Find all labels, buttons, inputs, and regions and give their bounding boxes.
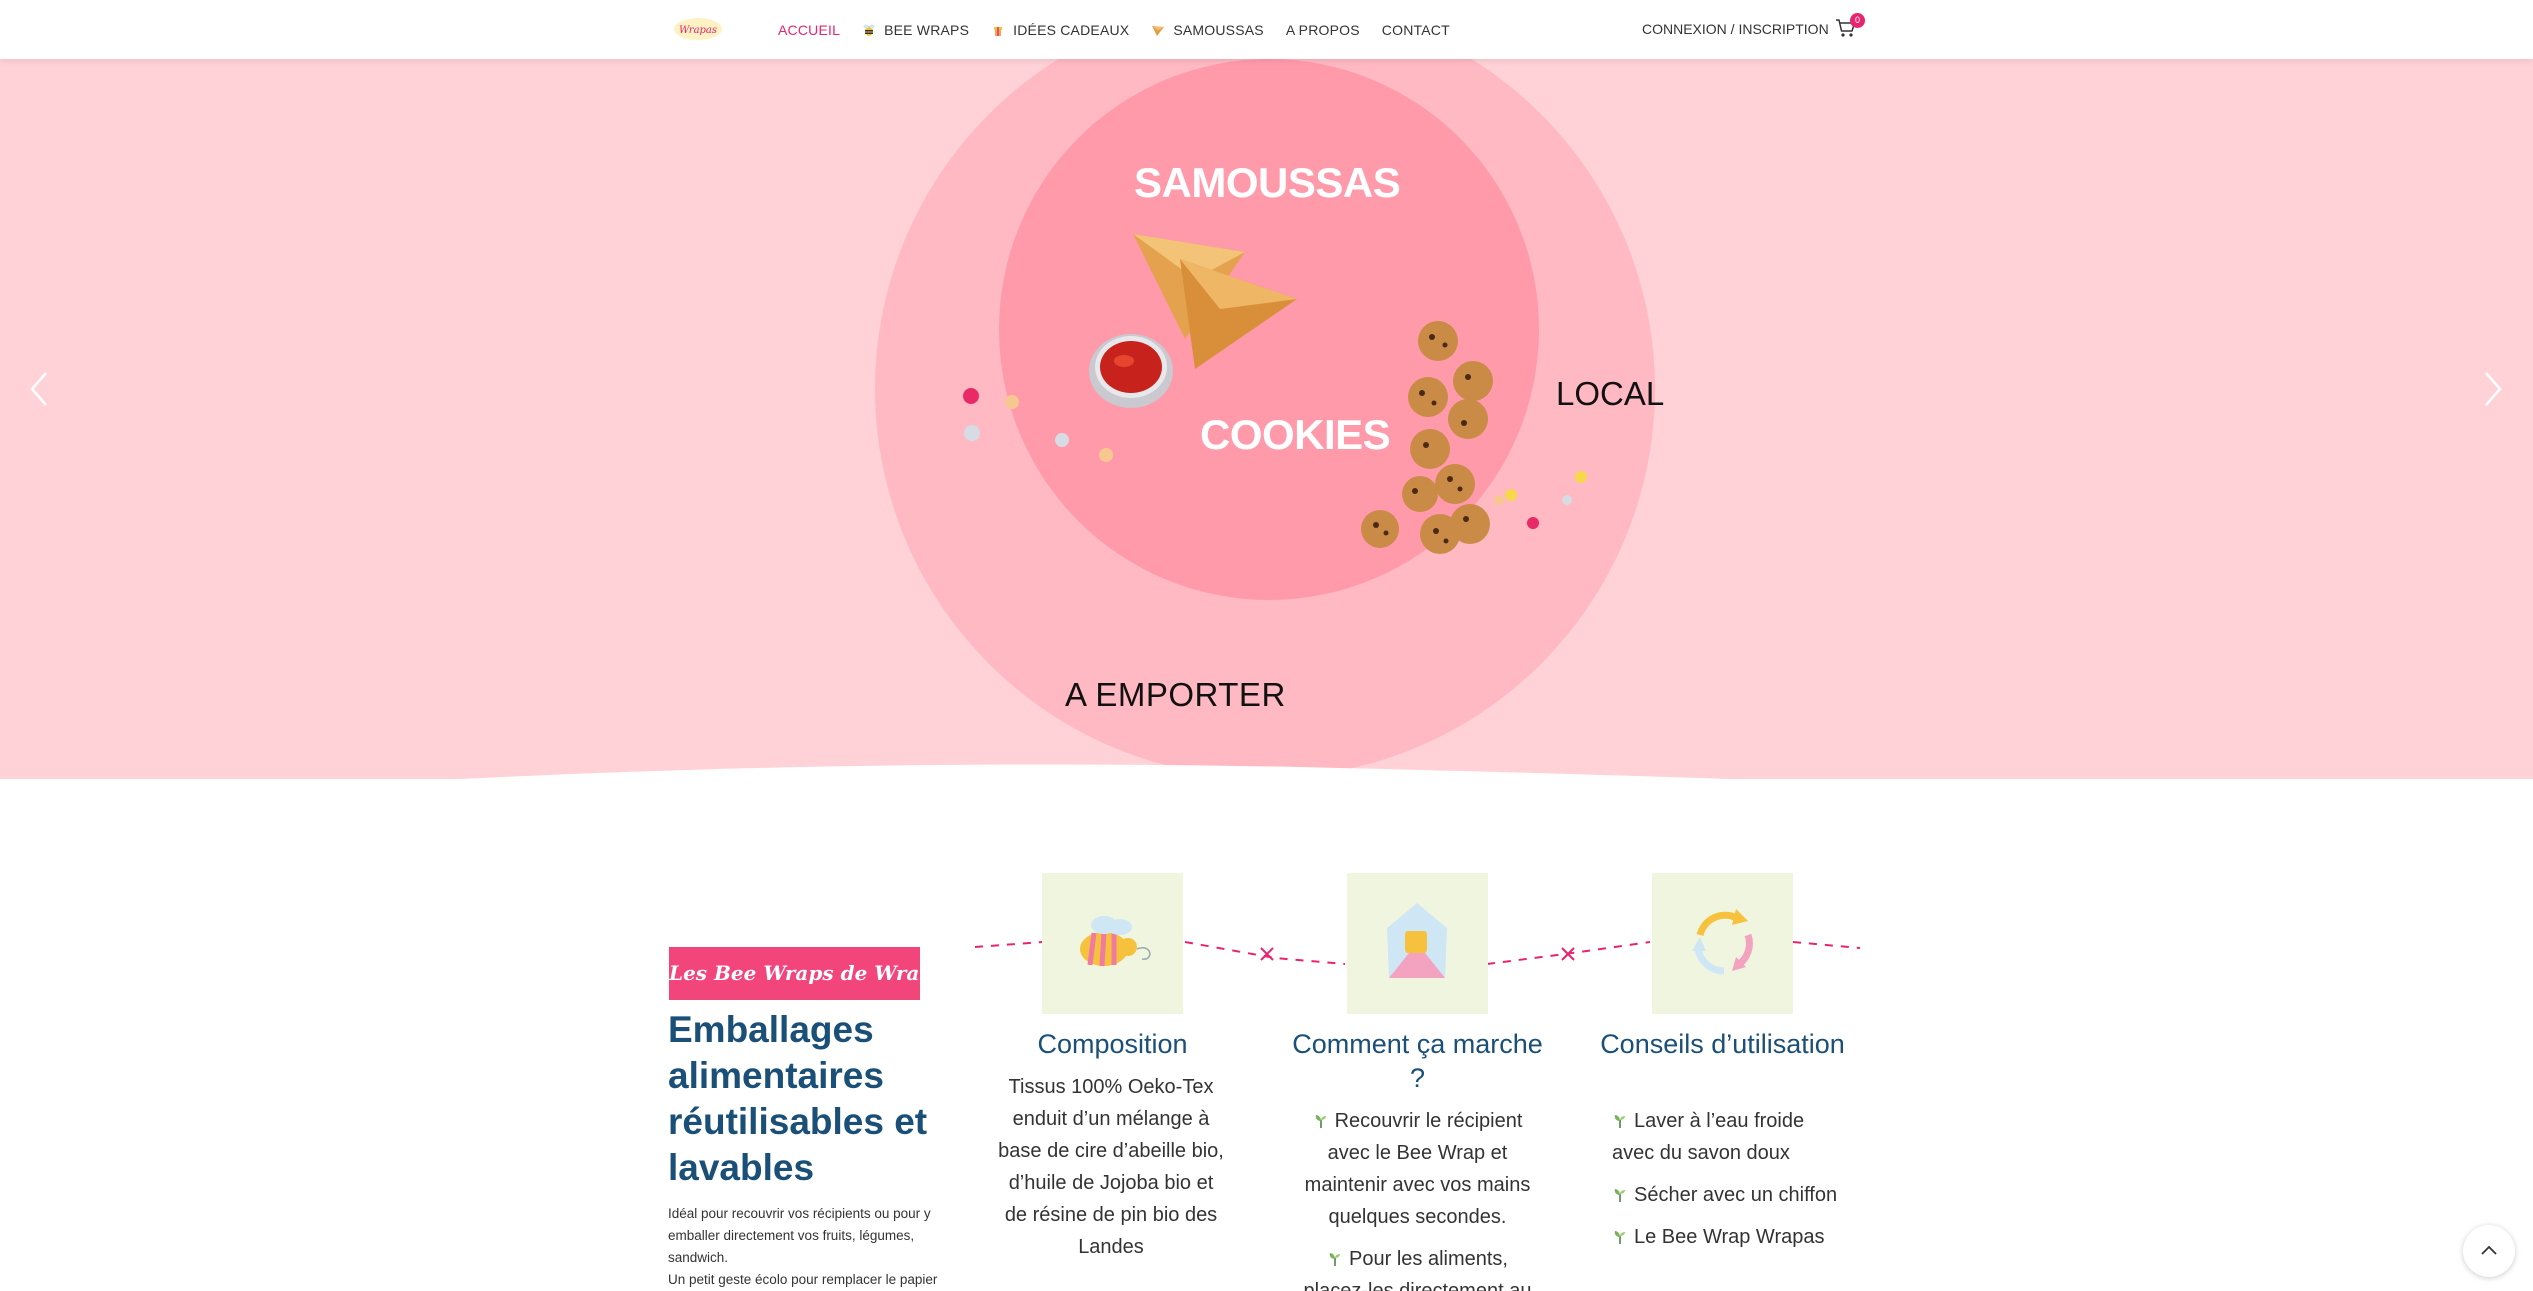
section-intro: Idéal pour recouvrir vos récipients ou p… [668,1203,953,1291]
sprout-icon [1329,1253,1341,1266]
nav-contact-label: CONTACT [1381,21,1450,38]
usage-tips-item: Sécher avec un chiffon [1612,1179,1842,1211]
nav-contact[interactable]: CONTACT [1382,22,1450,38]
usage-tips-title: Conseils d’utilisation [1600,1029,1845,1059]
how-it-works-item: Pour les aliments, placez-les directemen… [1303,1248,1532,1291]
sprout-icon [1315,1115,1326,1128]
nav-bee-wraps-label: BEE WRAPS [884,21,970,38]
hero-word-emporter: A EMPORTER [1065,676,1286,713]
slider-next-arrow[interactable] [2478,369,2508,409]
nav-accueil[interactable]: ACCUEIL [778,22,840,38]
composition-title: Composition [1037,1029,1188,1059]
scroll-to-top-button[interactable] [2463,1225,2515,1277]
section-tag: Les Bee Wraps de Wrapas [669,947,958,1000]
how-it-works-item: Recouvrir le récipient avec le Bee Wrap … [1304,1110,1531,1228]
usage-tips-text: Laver à l’eau froide avec du savon doux … [1612,1105,1842,1263]
nav-idees-cadeaux[interactable]: IDÉES CADEAUX [991,22,1129,38]
gift-icon [994,26,1003,36]
usage-tips-item: Le Bee Wrap Wrapas [1612,1221,1842,1253]
samosa-icon [1152,25,1165,36]
login-register-link[interactable]: CONNEXION / INSCRIPTION [1642,21,1829,37]
nav-accueil-label: ACCUEIL [778,21,841,38]
intro-paragraph-1: Idéal pour recouvrir vos récipients ou p… [668,1206,931,1265]
how-it-works-title: Comment ça marche ? [1292,1029,1543,1093]
bee-icon [1080,916,1151,967]
nav-idees-cadeaux-label: IDÉES CADEAUX [1013,21,1130,38]
composition-text: Tissus 100% Oeko-Tex enduit d’un mélange… [998,1076,1224,1258]
sprout-icon [1614,1115,1625,1128]
nav-samoussas-label: SAMOUSSAS [1173,21,1264,38]
usage-tips-icon-box [1652,873,1793,1014]
nav-bee-wraps[interactable]: BEE WRAPS [862,22,969,38]
section-tag-label: Les Bee Wraps de Wrapas [669,961,958,985]
nav-a-propos[interactable]: A PROPOS [1286,22,1360,38]
recycle-icon [1692,909,1753,975]
sprout-icon [1614,1189,1625,1202]
section-headline: Emballages alimentaires réutilisables et… [668,1009,928,1188]
hero-title-cookies: COOKIES [1200,411,1391,458]
main-nav: ACCUEIL BEE WRAPS IDÉES CADEAUX SAMOUSSA… [778,0,1450,59]
hero-slider: SAMOUSSAS COOKIES LOCAL A EMPORTER [0,59,2533,779]
sprout-icon [1614,1231,1625,1244]
cart-count-badge: 0 [1850,13,1865,28]
nav-a-propos-label: A PROPOS [1285,21,1360,38]
wrap-icon [1387,903,1447,978]
usage-tips-item: Laver à l’eau froide avec du savon doux [1612,1110,1805,1164]
hero-wave-divider [461,764,1731,779]
site-header: Wrapas ACCUEIL BEE WRAPS IDÉES CADEAUX S… [0,0,2533,59]
svg-text:Wrapas: Wrapas [679,25,717,36]
bee-icon [863,24,875,36]
composition-icon-box [1042,873,1183,1014]
how-it-works-icon-box [1347,873,1488,1014]
hero-title-samoussas: SAMOUSSAS [1134,159,1401,206]
how-it-works-text: Recouvrir le récipient avec le Bee Wrap … [1300,1105,1535,1291]
slider-prev-arrow[interactable] [24,369,54,409]
nav-samoussas[interactable]: SAMOUSSAS [1151,22,1264,38]
hero-word-local: LOCAL [1556,375,1665,412]
logo[interactable]: Wrapas [672,15,724,43]
intro-paragraph-2: Un petit geste écolo pour remplacer le p… [668,1272,938,1287]
